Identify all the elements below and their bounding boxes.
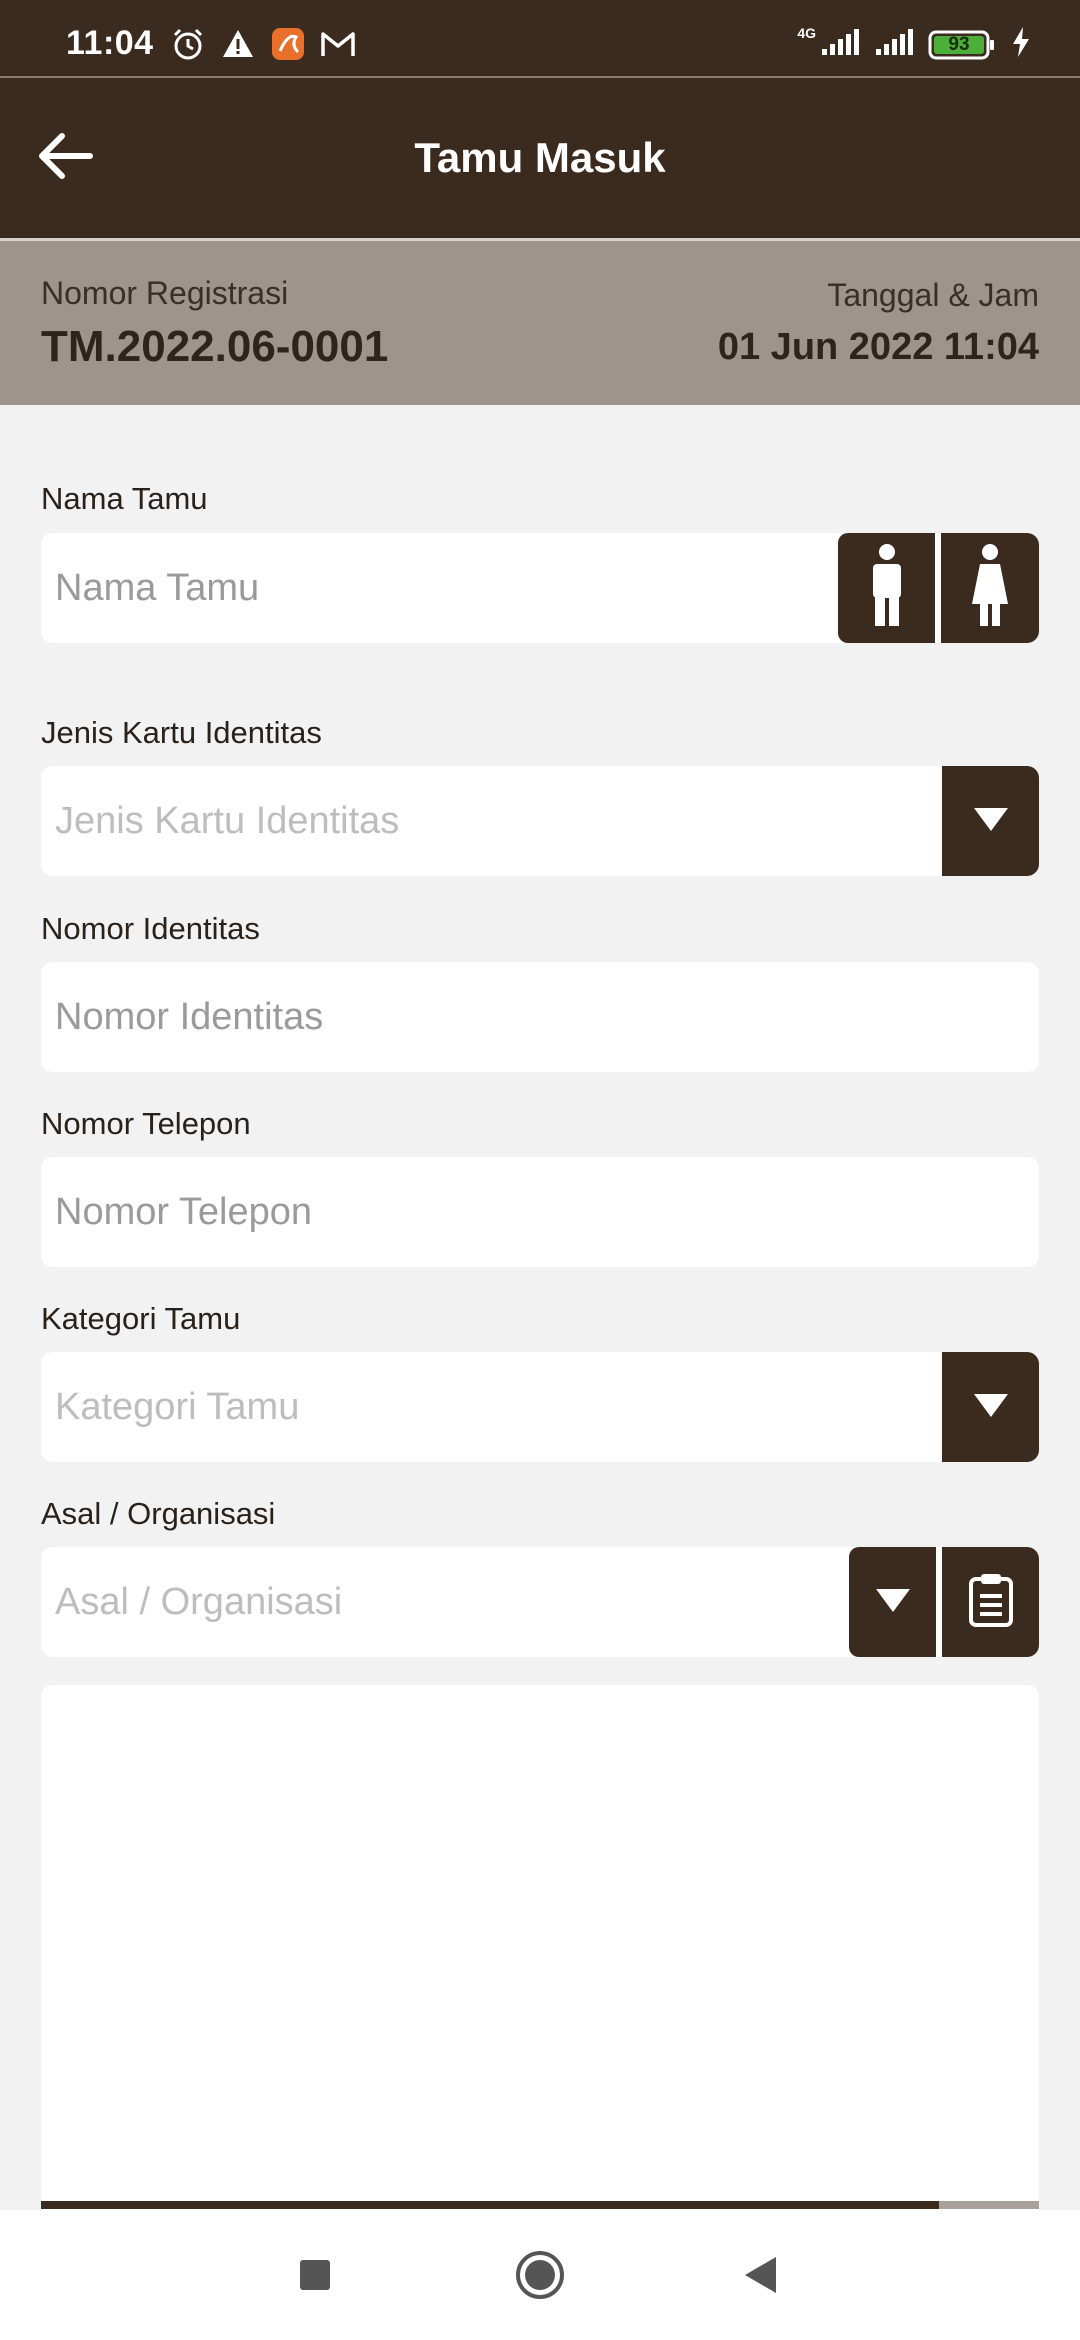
clipboard-icon bbox=[968, 1572, 1014, 1633]
notes-textarea[interactable] bbox=[41, 1685, 1039, 2225]
female-icon bbox=[968, 542, 1012, 635]
system-back-button[interactable] bbox=[725, 2242, 795, 2312]
guest-name-field bbox=[41, 533, 1039, 643]
app-bar: Tamu Masuk bbox=[0, 78, 1080, 238]
registration-datetime-block: Tanggal & Jam 01 Jun 2022 11:04 bbox=[718, 277, 1039, 369]
male-icon bbox=[867, 542, 907, 635]
scroll-progress-track bbox=[41, 2201, 1039, 2209]
battery-icon: 93 bbox=[928, 30, 996, 60]
guest-name-input[interactable] bbox=[41, 533, 831, 643]
network-label: 4G bbox=[797, 24, 816, 41]
home-icon bbox=[514, 2249, 566, 2306]
phone-field bbox=[41, 1157, 1039, 1267]
guest-category-label: Kategori Tamu bbox=[41, 1301, 241, 1336]
id-card-type-label: Jenis Kartu Identitas bbox=[41, 715, 322, 750]
id-card-type-select[interactable] bbox=[41, 766, 941, 876]
id-card-type-dropdown-button[interactable] bbox=[942, 766, 1039, 876]
registration-datetime-label: Tanggal & Jam bbox=[827, 277, 1039, 313]
registration-number-value: TM.2022.06-0001 bbox=[41, 322, 389, 371]
registration-number-label: Nomor Registrasi bbox=[41, 275, 289, 311]
status-time: 11:04 bbox=[66, 24, 154, 62]
id-number-label: Nomor Identitas bbox=[41, 911, 260, 946]
notes-area bbox=[41, 1685, 1039, 2225]
status-bar: 11:04 4G 93 bbox=[0, 0, 1080, 76]
guest-category-select[interactable] bbox=[41, 1352, 941, 1462]
origin-input[interactable] bbox=[41, 1547, 841, 1657]
phone-input[interactable] bbox=[41, 1157, 1039, 1267]
origin-clipboard-button[interactable] bbox=[942, 1547, 1039, 1657]
origin-field bbox=[41, 1547, 1039, 1657]
recents-button[interactable] bbox=[280, 2242, 350, 2312]
origin-dropdown-button[interactable] bbox=[849, 1547, 936, 1657]
id-card-type-field[interactable] bbox=[41, 766, 1039, 876]
recents-icon bbox=[298, 2258, 332, 2297]
signal-icon bbox=[820, 27, 860, 62]
alarm-icon bbox=[170, 26, 206, 62]
phone-label: Nomor Telepon bbox=[41, 1106, 251, 1141]
app-notification-icon bbox=[270, 26, 306, 62]
charging-icon bbox=[1010, 26, 1032, 63]
guest-category-field[interactable] bbox=[41, 1352, 1039, 1462]
registration-info: Nomor Registrasi TM.2022.06-0001 Tanggal… bbox=[0, 241, 1080, 405]
status-icons-right: 4G 93 bbox=[787, 24, 1032, 63]
home-button[interactable] bbox=[505, 2242, 575, 2312]
id-number-input[interactable] bbox=[41, 962, 1039, 1072]
status-icons-left bbox=[170, 26, 356, 62]
id-number-field bbox=[41, 962, 1039, 1072]
chevron-down-icon bbox=[873, 1585, 913, 1620]
registration-number-block: Nomor Registrasi TM.2022.06-0001 bbox=[41, 275, 388, 372]
warning-icon bbox=[220, 26, 256, 62]
page-title: Tamu Masuk bbox=[414, 134, 666, 181]
system-nav-bar bbox=[0, 2210, 1080, 2340]
back-icon bbox=[742, 2255, 778, 2300]
guest-name-label: Nama Tamu bbox=[41, 481, 208, 516]
battery-level: 93 bbox=[948, 33, 970, 55]
registration-datetime-value: 01 Jun 2022 11:04 bbox=[717, 326, 1039, 368]
scroll-progress-fill bbox=[41, 2201, 940, 2209]
origin-label: Asal / Organisasi bbox=[41, 1496, 276, 1531]
guest-category-dropdown-button[interactable] bbox=[942, 1352, 1039, 1462]
male-button[interactable] bbox=[838, 533, 935, 643]
chevron-down-icon bbox=[971, 804, 1011, 839]
chevron-down-icon bbox=[971, 1390, 1011, 1425]
female-button[interactable] bbox=[941, 533, 1039, 643]
gmail-icon bbox=[320, 26, 356, 62]
signal-icon-2 bbox=[874, 27, 914, 62]
